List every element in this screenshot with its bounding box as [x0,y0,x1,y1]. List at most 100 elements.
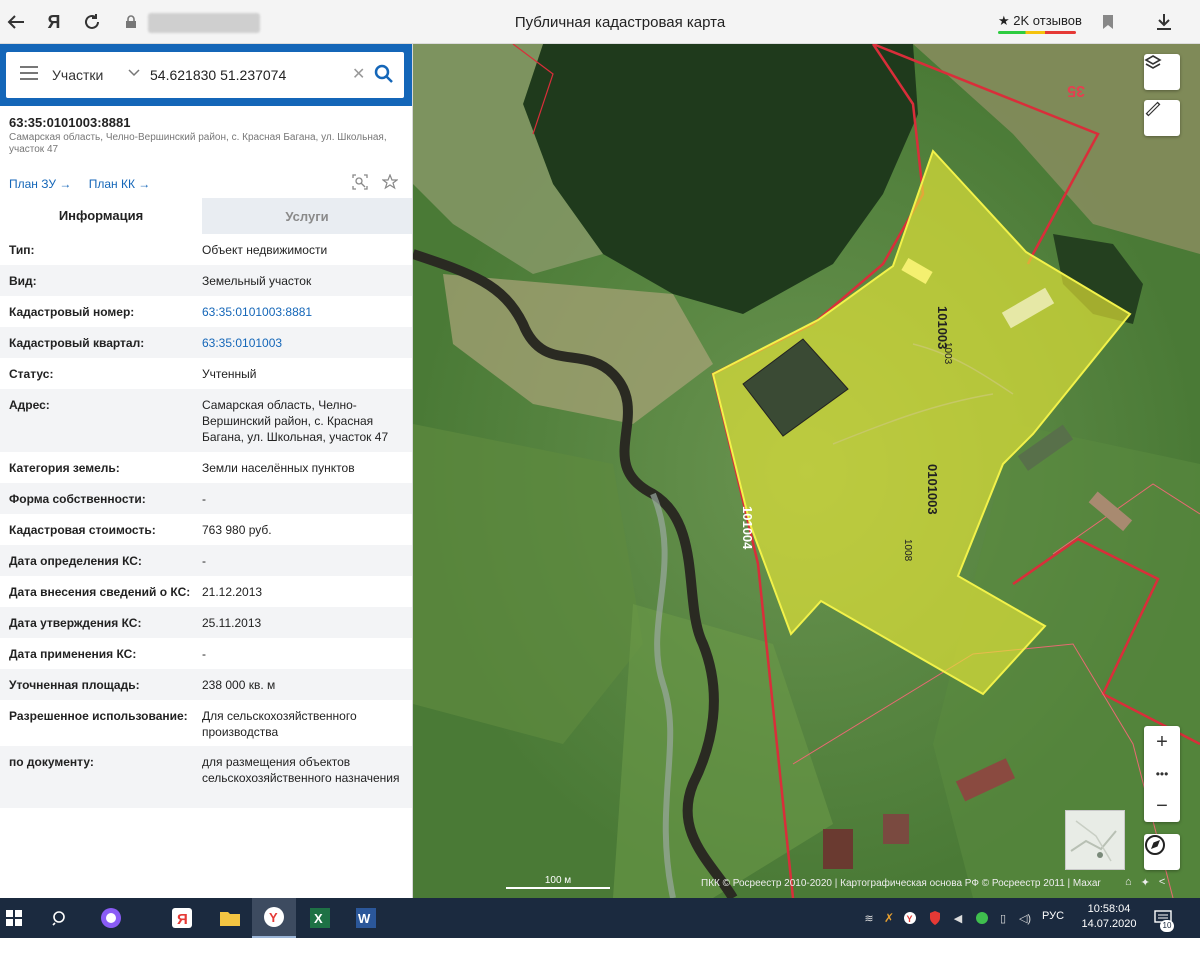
table-row: Дата применения КС: - [0,638,412,669]
menu-icon[interactable] [20,66,38,82]
cadastral-number-link[interactable]: 63:35:0101003:8881 [202,304,402,320]
cadastral-quarter-link[interactable]: 63:35:0101003 [202,335,402,351]
layers-icon [1144,55,1162,69]
zoom-out-button[interactable]: − [1144,790,1180,822]
row-label: Адрес: [9,398,50,412]
svg-text:W: W [358,911,371,926]
row-value: 763 980 руб. [202,523,272,537]
svg-text:X: X [314,911,323,926]
more-button[interactable]: ••• [1144,758,1180,790]
volume-icon[interactable]: ◁) [1016,898,1034,938]
share-icon[interactable]: < [1159,876,1165,889]
update-icon[interactable] [974,898,990,938]
yandex-logo-icon[interactable]: Я [42,10,66,34]
info-panel: Участки ✕ 63:35:0101003:8881 Самарская о… [0,44,413,898]
tab-info[interactable]: Информация [0,198,202,234]
row-label: Кадастровый номер: [9,305,135,319]
row-value: Для сельскохозяйственного производства [202,709,357,739]
row-value: для размещения объектов сельскохозяйстве… [202,755,400,785]
url-field[interactable] [148,13,260,33]
page-title: Публичная кадастровая карта [514,14,726,31]
table-row: Дата определения КС: - [0,545,412,576]
table-row: Категория земель: Земли населённых пункт… [0,452,412,483]
star-icon: ★ [998,13,1010,28]
object-id: 63:35:0101003:8881 [9,115,131,130]
search-input[interactable] [150,62,346,88]
reviews-badge[interactable]: ★ 2K отзывов [998,13,1082,34]
home-icon[interactable]: ⌂ [1125,876,1132,889]
language-indicator[interactable]: РУС [1042,910,1064,922]
table-row: Форма собственности: - [0,483,412,514]
search-bar: Участки ✕ [0,44,412,106]
mute-icon[interactable]: ◀ [950,898,966,938]
search-box: Участки ✕ [6,52,404,98]
clock-date: 14.07.2020 [1081,918,1137,930]
row-value: Земельный участок [202,274,312,288]
battery-icon[interactable]: ▯ [996,898,1010,938]
map-label: 0101003 [925,464,940,515]
pin-icon[interactable]: ✦ [1141,876,1150,889]
lock-icon [122,13,140,31]
layers-button[interactable] [1144,54,1180,90]
svg-text:Я: Я [177,911,188,928]
file-explorer-icon[interactable] [210,898,250,938]
search-type-select[interactable]: Участки [52,67,103,83]
locate-button[interactable] [1144,834,1180,870]
row-label: Категория земель: [9,461,120,475]
clear-icon[interactable]: ✕ [352,64,365,84]
row-label: Уточненная площадь: [9,678,140,692]
plan-kk-link[interactable]: План КК → [89,177,151,191]
table-row: Кадастровый квартал: 63:35:0101003 [0,327,412,358]
windows-start-icon[interactable] [0,898,28,938]
zoom-to-object-icon[interactable] [352,174,368,195]
zoom-in-button[interactable]: + [1144,726,1180,758]
excel-icon[interactable]: X [300,898,340,938]
map-label: 101004 [740,506,755,550]
back-arrow-icon[interactable] [4,10,28,34]
alice-icon[interactable] [94,898,128,938]
table-row: Тип: Объект недвижимости [0,234,412,265]
search-icon[interactable] [44,898,76,938]
row-value: Объект недвижимости [202,243,328,257]
yandex-active-icon[interactable]: Y [252,898,296,938]
row-label: Форма собственности: [9,492,146,506]
download-icon[interactable] [1152,10,1176,34]
tab-services[interactable]: Услуги [202,198,412,234]
tray-app-icon[interactable]: ✗ [882,898,896,938]
bookmark-icon[interactable] [1096,10,1120,34]
row-value: 238 000 кв. м [202,678,276,692]
search-icon[interactable] [374,64,394,84]
row-label: Дата внесения сведений о КС: [9,585,191,599]
plan-zu-link[interactable]: План ЗУ → [9,177,71,191]
yandex-tray-icon[interactable]: Y [902,898,918,938]
svg-text:Y: Y [907,914,913,924]
system-clock[interactable]: 10:58:04 14.07.2020 [1076,902,1142,932]
zoom-controls: + ••• − [1144,726,1180,822]
shield-icon[interactable] [928,898,942,938]
minimap[interactable] [1065,810,1125,870]
yandex-browser-icon[interactable]: Я [164,898,200,938]
notification-icon[interactable]: 10 [1150,898,1176,938]
row-label: Дата применения КС: [9,647,137,661]
star-outline-icon[interactable] [381,173,399,195]
map-view[interactable]: 101003 1003 0101003 1008 101004 35 + •••… [413,44,1200,898]
row-label: Кадастровый квартал: [9,336,145,350]
ruler-button[interactable] [1144,100,1180,136]
wifi-icon[interactable]: ≋ [862,898,876,938]
panel-actions [352,173,399,195]
row-value: - [202,554,206,568]
object-address: Самарская область, Челно-Вершинский райо… [9,132,387,155]
word-icon[interactable]: W [346,898,386,938]
map-footer-icons: ⌂ ✦ < [1125,876,1165,889]
table-row: по документу: для размещения объектов се… [0,746,412,808]
reviews-underline [998,31,1076,34]
table-row: Кадастровый номер: 63:35:0101003:8881 [0,296,412,327]
chevron-down-icon[interactable] [128,64,140,80]
map-label: 1003 [942,342,953,365]
table-row: Разрешенное использование: Для сельскохо… [0,700,412,746]
taskbar: Я Y X W ≋ ✗ Y ◀ ▯ ◁) РУС 10:58:04 14.07.… [0,898,1200,938]
compass-icon [1145,835,1165,855]
plan-links: План ЗУ → План КК → [9,177,164,191]
refresh-icon[interactable] [80,10,104,34]
row-value: Земли населённых пунктов [202,461,355,475]
